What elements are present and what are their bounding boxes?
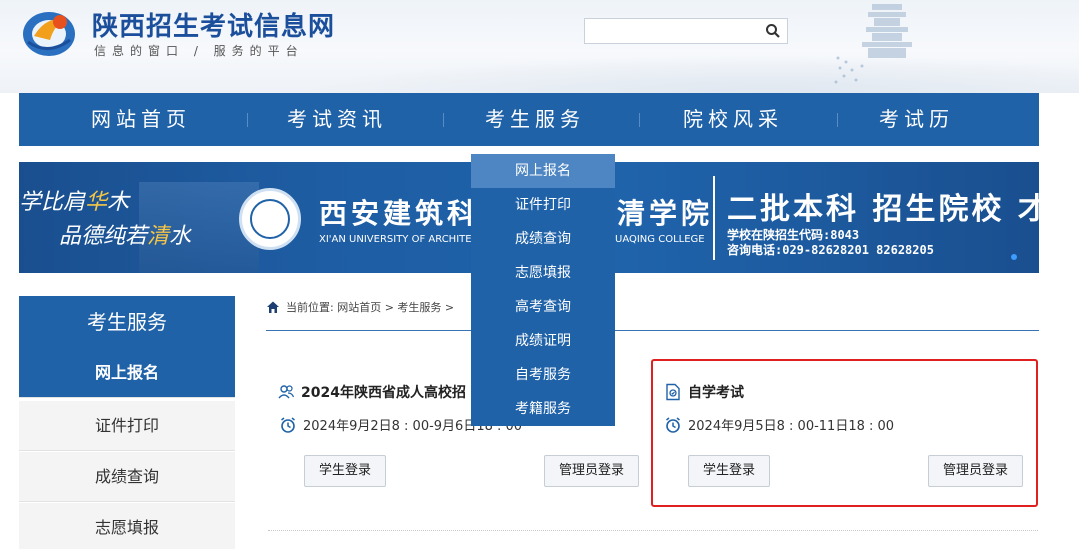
nav-separator (639, 113, 640, 127)
nav-separator (837, 113, 838, 127)
banner-university-name: 西安建筑科 (319, 197, 480, 230)
nav-item-news[interactable]: 考试资讯 (287, 93, 387, 146)
exam-card-title-self-study[interactable]: 自学考试 (664, 382, 744, 402)
exam-card-title-adult[interactable]: 2024年陕西省成人高校招 (277, 382, 466, 402)
alarm-clock-icon (666, 416, 680, 433)
document-icon (666, 383, 680, 401)
nav-item-schools[interactable]: 院校风采 (683, 93, 783, 146)
nav-item-services[interactable]: 考生服务 (485, 93, 585, 146)
student-login-button-adult[interactable]: 学生登录 (304, 455, 387, 487)
dropdown-item-score-certificate[interactable]: 成绩证明 (471, 324, 615, 358)
logo-icon[interactable] (20, 6, 78, 58)
nav-item-home[interactable]: 网站首页 (91, 93, 191, 146)
dropdown-item-certificate-print[interactable]: 证件打印 (471, 188, 615, 222)
sidebar-item-volunteer-filling[interactable]: 志愿填报 (19, 503, 235, 549)
search-box (584, 18, 788, 44)
student-login-button-self-study[interactable]: 学生登录 (688, 455, 771, 487)
carousel-dot[interactable] (1011, 254, 1017, 260)
users-icon (278, 385, 295, 399)
sidebar-item-score-query[interactable]: 成绩查询 (19, 452, 235, 502)
university-seal-icon (239, 188, 301, 250)
search-icon[interactable] (765, 23, 781, 39)
sidebar: 考生服务 网上报名 证件打印 成绩查询 志愿填报 (19, 296, 235, 549)
dropdown-item-gaokao-query[interactable]: 高考查询 (471, 290, 615, 324)
nav-separator (247, 113, 248, 127)
admin-login-button-self-study[interactable]: 管理员登录 (928, 455, 1024, 487)
banner-college-name: 清学院 (617, 197, 714, 230)
dropdown-item-online-registration[interactable]: 网上报名 (471, 154, 615, 188)
dropdown-item-self-study-service[interactable]: 自考服务 (471, 358, 615, 392)
alarm-clock-icon (281, 416, 295, 433)
dropdown-item-records-service[interactable]: 考籍服务 (471, 392, 615, 426)
site-slogan: 信息的窗口 / 服务的平台 (94, 44, 304, 58)
sidebar-title: 考生服务 (19, 296, 235, 348)
exam-card-time-self-study: 2024年9月5日8 : 00-11日18 : 00 (664, 415, 894, 434)
content-divider (268, 530, 1038, 531)
breadcrumb: 当前位置: 网站首页 > 考生服务 > (266, 298, 454, 316)
banner-divider (713, 176, 715, 260)
banner-headline: 二批本科 招生院校 才 (727, 192, 1039, 227)
breadcrumb-divider (266, 330, 1039, 331)
services-dropdown-menu: 网上报名 证件打印 成绩查询 志愿填报 高考查询 成绩证明 自考服务 考籍服务 (471, 154, 615, 426)
banner-phone: 咨询电话:029-82628201 82628205 (727, 243, 934, 257)
pagoda-illustration-icon (834, 4, 912, 84)
dropdown-item-volunteer-filling[interactable]: 志愿填报 (471, 256, 615, 290)
nav-separator (443, 113, 444, 127)
breadcrumb-text[interactable]: 当前位置: 网站首页 > 考生服务 > (286, 299, 454, 315)
nav-item-exam-history[interactable]: 考试历 (879, 93, 954, 146)
banner-university-english: XI'AN UNIVERSITY OF ARCHITE (319, 234, 472, 245)
banner-motto-line1: 学比肩华木 (19, 190, 130, 215)
dropdown-item-score-query[interactable]: 成绩查询 (471, 222, 615, 256)
site-header: 陕西招生考试信息网 信息的窗口 / 服务的平台 (0, 0, 1079, 93)
admin-login-button-adult[interactable]: 管理员登录 (544, 455, 640, 487)
header-decoration (300, 55, 1079, 93)
search-input[interactable] (585, 19, 761, 43)
sidebar-item-certificate-print[interactable]: 证件打印 (19, 401, 235, 451)
banner-motto-line2: 品德纯若清水 (59, 224, 192, 249)
main-nav: 网站首页 考试资讯 考生服务 院校风采 考试历 (19, 93, 1039, 146)
banner-college-english: UAQING COLLEGE (615, 234, 705, 245)
home-icon (267, 301, 279, 313)
sidebar-item-online-registration[interactable]: 网上报名 (19, 348, 235, 398)
site-title[interactable]: 陕西招生考试信息网 (92, 6, 335, 43)
